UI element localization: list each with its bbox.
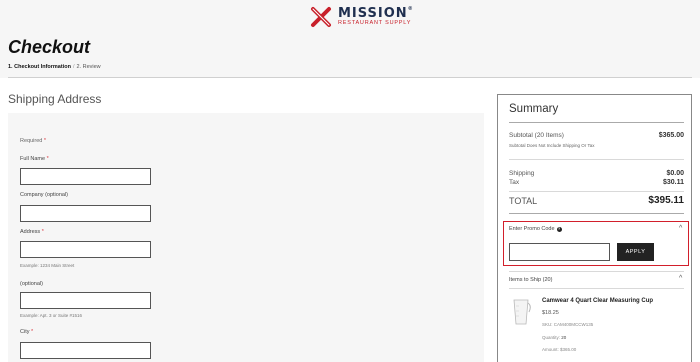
help-icon[interactable]: ? xyxy=(556,226,562,232)
city-label: City * xyxy=(20,329,34,335)
tax-divider xyxy=(509,191,684,192)
tax-value: $30.11 xyxy=(662,179,684,186)
summary-title: Summary xyxy=(509,103,559,115)
summary-title-divider xyxy=(509,122,684,123)
breadcrumb-separator: / xyxy=(72,64,75,70)
required-note: Required * xyxy=(20,138,46,144)
address2-label: (optional) xyxy=(20,281,43,287)
heading-divider xyxy=(8,77,692,78)
crossed-utensils-icon xyxy=(311,7,331,27)
items-to-ship-label[interactable]: Items to Ship (20) xyxy=(509,277,552,283)
total-divider xyxy=(509,213,684,214)
full-name-input[interactable] xyxy=(20,168,151,185)
full-name-label: Full Name * xyxy=(20,156,49,162)
company-input[interactable] xyxy=(20,205,151,222)
subtotal-label: Subtotal (20 Items) xyxy=(509,132,564,139)
address-label: Address * xyxy=(20,229,44,235)
address-input[interactable] xyxy=(20,241,151,258)
heading-band xyxy=(0,34,700,78)
address-hint: Example: 1234 Main Street xyxy=(20,263,75,268)
shipping-value: $0.00 xyxy=(666,170,684,177)
total-value: $395.11 xyxy=(648,195,684,206)
product-quantity: Quantity: 20 xyxy=(542,335,567,340)
shipping-section-title: Shipping Address xyxy=(8,92,102,106)
breadcrumb: 1. Checkout Information/2. Review xyxy=(8,64,101,70)
chevron-up-icon[interactable]: ^ xyxy=(679,275,682,282)
shipping-form-panel xyxy=(8,113,484,362)
subtotal-note: Subtotal Does Not Include Shipping Or Ta… xyxy=(509,143,595,148)
subtotal-divider xyxy=(509,159,684,160)
apply-promo-button[interactable]: APPLY xyxy=(617,243,654,261)
product-amount: Amount: $365.00 xyxy=(542,347,577,352)
address2-hint: Example: Apt. 3 or Suite #1516 xyxy=(20,313,83,318)
brand-logo[interactable]: MISSION® RESTAURANT SUPPLY xyxy=(310,3,414,31)
address2-input[interactable] xyxy=(20,292,151,309)
company-label: Company (optional) xyxy=(20,192,68,198)
brand-tagline: RESTAURANT SUPPLY xyxy=(338,20,412,27)
chevron-up-icon[interactable]: ^ xyxy=(679,225,682,232)
tax-label: Tax xyxy=(509,179,520,186)
shipping-label: Shipping xyxy=(509,170,535,177)
subtotal-value: $365.00 xyxy=(658,132,684,139)
product-price: $18.25 xyxy=(542,310,559,316)
city-input[interactable] xyxy=(20,342,151,359)
product-sku: SKU: CAM400MCCW135 xyxy=(542,322,594,327)
items-divider xyxy=(509,271,684,272)
product-name[interactable]: Camwear 4 Quart Clear Measuring Cup xyxy=(542,298,653,304)
promo-code-input[interactable] xyxy=(509,243,610,261)
items-header-divider xyxy=(509,288,684,289)
registered-mark: ® xyxy=(407,6,414,13)
total-label: TOTAL xyxy=(509,196,538,206)
promo-code-label[interactable]: Enter Promo Code ? xyxy=(509,226,562,232)
breadcrumb-step-review[interactable]: 2. Review xyxy=(76,64,100,70)
required-marker: * xyxy=(43,138,46,144)
brand-name: MISSION xyxy=(338,6,408,22)
breadcrumb-step-checkout-info[interactable]: 1. Checkout Information xyxy=(8,64,71,70)
page-title: Checkout xyxy=(8,37,91,57)
measuring-cup-image[interactable] xyxy=(510,296,532,326)
